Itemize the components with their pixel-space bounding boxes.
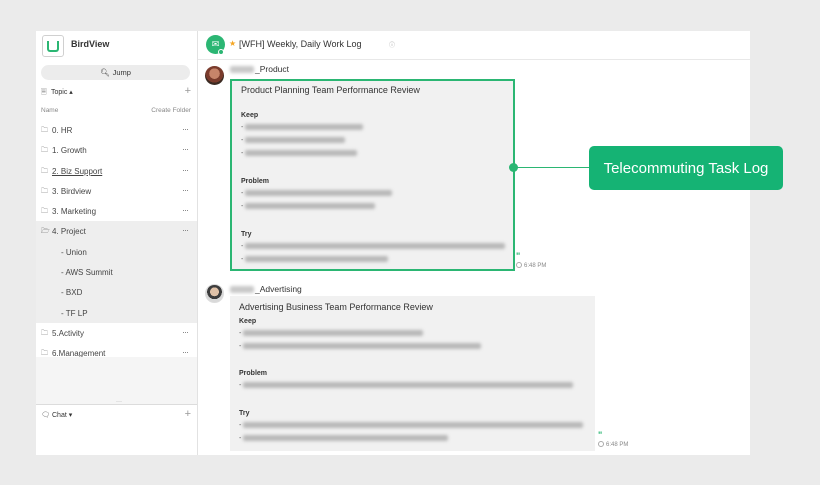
more-icon[interactable]: ··· (182, 205, 189, 215)
blurred-line: - (241, 243, 506, 250)
section-label: Problem (241, 178, 270, 185)
blurred-line: - (239, 435, 449, 442)
more-icon[interactable]: ··· (182, 347, 189, 357)
clock-icon (516, 262, 522, 268)
card-title: Product Planning Team Performance Review (241, 85, 420, 95)
sidebar-item-label: BXD (61, 288, 82, 297)
sidebar-item-label: 1. Growth (52, 146, 87, 156)
sidebar-item-bxd[interactable]: BXD (36, 282, 197, 302)
sidebar-item-label: 0. HR (52, 126, 73, 135)
blurred-line: - (239, 382, 574, 389)
more-icon[interactable]: ··· (182, 165, 189, 175)
add-chat-plus-icon[interactable]: + (185, 408, 191, 420)
quote-icon[interactable]: " (516, 251, 520, 261)
sidebar-item-label: 2. Biz Support (52, 166, 103, 176)
clock-icon (598, 441, 604, 447)
sidebar-item-label: 3. Birdview (52, 186, 92, 196)
message-sender: _Product (230, 64, 289, 74)
callout-label: Telecommuting Task Log (589, 146, 783, 190)
section-label: Problem (239, 370, 268, 377)
blurred-line: - (241, 150, 358, 157)
column-name-label: Name (41, 107, 59, 114)
star-icon[interactable]: ★ (229, 39, 236, 48)
channel-title: [WFH] Weekly, Daily Work Log (239, 39, 362, 49)
logo-icon[interactable] (42, 35, 64, 57)
blurred-line: - (241, 203, 376, 210)
chat-icon: 🗨︎ (41, 412, 50, 419)
folder-icon: 🗀︎ (41, 167, 48, 175)
sidebar-item-tf-lp[interactable]: TF LP (36, 303, 197, 323)
sidebar-item-aws-summit[interactable]: AWS Summit (36, 262, 197, 282)
topic-dropdown[interactable]: 🗏︎ Topic ▴ + (41, 85, 191, 99)
sidebar-item-project[interactable]: 🗁︎ 4. Project ··· (36, 221, 197, 241)
online-status-dot (218, 49, 224, 55)
sidebar-item-label: 4. Project (52, 227, 86, 237)
sidebar-item-label: TF LP (61, 309, 88, 318)
folder-icon: 🗀︎ (41, 127, 48, 134)
more-icon[interactable]: ··· (182, 144, 189, 154)
add-topic-plus-icon[interactable]: + (185, 85, 191, 97)
avatar[interactable] (205, 66, 224, 85)
blurred-line: - (241, 124, 364, 131)
sidebar: BirdView 🔍︎ Jump 🗏︎ Topic ▴ + Name Creat… (36, 31, 198, 455)
sidebar-item-biz-support[interactable]: 🗀︎ 2. Biz Support ··· (36, 161, 197, 181)
sidebar-empty-area (36, 357, 197, 404)
sidebar-item-label: Union (61, 248, 87, 257)
channel-header: ✉︎ ★ [WFH] Weekly, Daily Work Log ⓘ (198, 31, 750, 60)
blurred-line: - (239, 422, 584, 429)
section-label: Keep (241, 112, 259, 119)
blurred-line: - (241, 256, 389, 263)
section-label: Keep (239, 318, 257, 325)
avatar[interactable] (205, 284, 224, 303)
sidebar-item-label: 3. Marketing (52, 207, 97, 217)
sidebar-item-growth[interactable]: 🗀︎ 1. Growth ··· (36, 140, 197, 160)
sidebar-item-label: AWS Summit (61, 268, 112, 277)
sidebar-item-activity[interactable]: 🗀︎ 5.Activity ··· (36, 323, 197, 343)
folder-icon: 🗀︎ (41, 208, 48, 216)
app-window: BirdView 🔍︎ Jump 🗏︎ Topic ▴ + Name Creat… (36, 31, 750, 455)
sidebar-item-union[interactable]: Union (36, 242, 197, 262)
sidebar-item-label: 5.Activity (52, 328, 85, 338)
create-folder-link[interactable]: Create Folder (151, 107, 191, 114)
folder-tree: 🗀︎ 0. HR ··· 🗀︎ 1. Growth ··· 🗀︎ 2. Biz … (36, 120, 197, 364)
folder-icon: 🗀︎ (41, 329, 48, 337)
folder-open-icon: 🗁︎ (41, 228, 50, 236)
more-icon[interactable]: ··· (182, 185, 189, 195)
callout-connector (513, 167, 590, 168)
timestamp: 6:48 PM (516, 262, 546, 269)
more-icon[interactable]: ··· (182, 327, 189, 337)
info-icon[interactable]: ⓘ (389, 40, 395, 49)
message-card[interactable]: Advertising Business Team Performance Re… (230, 296, 595, 451)
chat-label: Chat ▾ (52, 412, 73, 419)
section-label: Try (239, 410, 250, 417)
sidebar-item-birdview[interactable]: 🗀︎ 3. Birdview ··· (36, 181, 197, 201)
timestamp: 6:48 PM (598, 441, 628, 448)
blurred-line: - (241, 137, 346, 144)
sidebar-header: BirdView (36, 31, 197, 61)
blurred-line: - (239, 343, 482, 350)
more-icon[interactable]: ··· (182, 124, 189, 134)
app-name: BirdView (71, 39, 110, 49)
folder-icon: 🗀︎ (41, 187, 48, 195)
main-panel: ✉︎ ★ [WFH] Weekly, Daily Work Log ⓘ _Pro… (198, 31, 750, 455)
more-icon[interactable]: ··· (182, 225, 189, 235)
column-header: Name Create Folder (41, 107, 191, 114)
jump-label: Jump (112, 68, 131, 77)
topic-label: Topic ▴ (51, 89, 73, 96)
message-sender: _Advertising (230, 284, 302, 294)
folder-icon: 🗀︎ (41, 147, 48, 155)
section-label: Try (241, 231, 252, 238)
sidebar-item-marketing[interactable]: 🗀︎ 3. Marketing ··· (36, 201, 197, 221)
sidebar-item-hr[interactable]: 🗀︎ 0. HR ··· (36, 120, 197, 140)
card-title: Advertising Business Team Performance Re… (239, 302, 433, 312)
topic-icon: 🗏︎ (41, 89, 47, 96)
blurred-line: - (241, 190, 393, 197)
blurred-line: - (239, 330, 424, 337)
chat-divider (36, 404, 197, 405)
message-card[interactable]: Product Planning Team Performance Review… (230, 79, 515, 271)
project-group: 🗁︎ 4. Project ··· Union AWS Summit BXD T… (36, 221, 197, 323)
quote-icon[interactable]: " (598, 430, 602, 440)
jump-button[interactable]: 🔍︎ Jump (41, 65, 190, 80)
search-icon: 🔍︎ (100, 68, 110, 77)
